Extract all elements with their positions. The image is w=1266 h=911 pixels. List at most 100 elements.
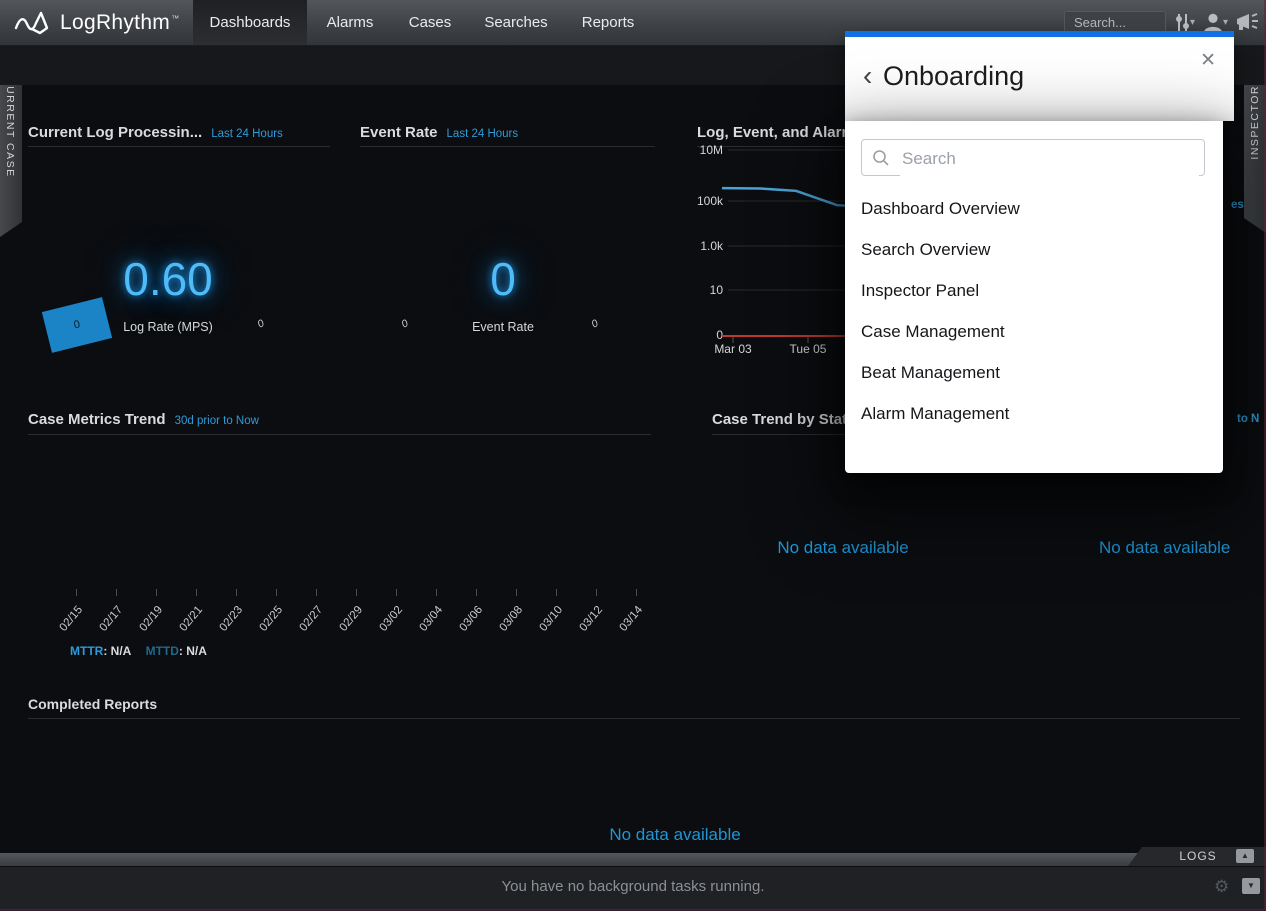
onboarding-item-search-overview[interactable]: Search Overview: [861, 235, 990, 265]
x-tick: [236, 589, 237, 596]
megaphone-icon: [1234, 11, 1260, 35]
logs-tab[interactable]: LOGS ▲: [1128, 847, 1266, 866]
x-tick-label: 03/12: [551, 604, 605, 665]
tab-searches[interactable]: Searches: [467, 0, 565, 45]
divider: [28, 146, 330, 147]
x-tick: [596, 589, 597, 596]
x-tick: [196, 589, 197, 596]
divider: [360, 146, 655, 147]
x-tick-label: 03/06: [431, 604, 485, 665]
expand-up-icon[interactable]: ▲: [1236, 849, 1254, 863]
x-tick-label: Mar 03: [703, 342, 763, 356]
onboarding-title: Onboarding: [883, 61, 1024, 92]
close-icon[interactable]: ✕: [1200, 49, 1216, 72]
widget-title: Case Metrics Trend: [28, 411, 166, 428]
divider: [712, 434, 848, 435]
x-tick-label: 03/14: [591, 604, 645, 665]
onboarding-header: ‹ Onboarding ✕: [845, 37, 1234, 121]
mttr-value: : N/A: [103, 644, 131, 658]
y-tick-label: 10: [681, 283, 723, 297]
event-rate-label: Event Rate: [423, 320, 583, 334]
brand-trademark: ™: [171, 14, 179, 23]
collapse-down-icon[interactable]: ▼: [1242, 878, 1260, 894]
onboarding-item-case-management[interactable]: Case Management: [861, 317, 1005, 347]
logrhythm-logo-icon: [14, 9, 52, 37]
event-rate-value: 0: [423, 252, 583, 306]
onboarding-item-beat-management[interactable]: Beat Management: [861, 358, 1000, 388]
tab-alarms[interactable]: Alarms: [307, 0, 393, 45]
widget-title: Current Log Processin...: [28, 124, 202, 141]
x-tick-label: Tue 05: [778, 342, 838, 356]
x-tick: [276, 589, 277, 596]
widget-time-range[interactable]: Last 24 Hours: [211, 128, 283, 140]
mttd-label: MTTD: [146, 644, 179, 658]
gear-icon[interactable]: ⚙: [1214, 877, 1229, 897]
onboarding-panel: Dashboard Overview Search Overview Inspe…: [845, 121, 1223, 473]
chevron-down-icon: ▾: [1223, 17, 1228, 28]
chevron-down-icon: ▾: [1190, 17, 1195, 28]
brand: LogRhythm ™: [14, 7, 179, 39]
onboarding-item-alarm-management[interactable]: Alarm Management: [861, 399, 1009, 429]
y-tick-label: 1.0k: [681, 239, 723, 253]
current-case-label: CURRENT CASE: [4, 77, 16, 178]
onboarding-search-box: [861, 139, 1205, 176]
x-tick-label: 02/29: [311, 604, 365, 665]
x-tick-label: 03/08: [471, 604, 525, 665]
background-tasks-bar: You have no background tasks running. ⚙ …: [0, 866, 1266, 910]
no-data-message: No data available: [763, 538, 923, 558]
widget-title: Log, Event, and Alarm: [697, 124, 855, 141]
widget-time-range[interactable]: Last 24 Hours: [447, 128, 519, 140]
widget-title: Completed Reports: [28, 696, 157, 712]
logs-label: LOGS: [1168, 849, 1228, 863]
gauge-min-label: 0: [73, 318, 82, 331]
gauge-min-label: 0: [400, 317, 411, 330]
y-tick-label: 10M: [681, 143, 723, 157]
x-tick: [76, 589, 77, 596]
onboarding-search-input[interactable]: [900, 141, 1199, 176]
background-tasks-message: You have no background tasks running.: [0, 878, 1266, 895]
back-chevron-icon[interactable]: ‹: [863, 61, 872, 91]
case-metrics-annotations: MTTR: N/A MTTD: N/A: [70, 644, 207, 658]
log-event-alarm-plot: [720, 140, 850, 350]
widget-header-current-log-processing: Current Log Processin... Last 24 Hours: [28, 124, 283, 142]
x-tick: [556, 589, 557, 596]
widget-title: Event Rate: [360, 124, 438, 141]
x-tick: [356, 589, 357, 596]
onboarding-accent-bar: [845, 31, 1234, 37]
gauge-arc-segment: 0: [42, 297, 112, 353]
onboarding-item-inspector-panel[interactable]: Inspector Panel: [861, 276, 979, 306]
announcements-button[interactable]: [1234, 11, 1260, 35]
x-tick-label: 03/02: [351, 604, 405, 665]
log-rate-label: Log Rate (MPS): [88, 320, 248, 334]
logs-collapsed-strip: [0, 853, 1266, 866]
onboarding-item-dashboard-overview[interactable]: Dashboard Overview: [861, 194, 1020, 224]
brand-name: LogRhythm: [60, 11, 170, 35]
x-tick: [156, 589, 157, 596]
y-tick-label: 0: [681, 328, 723, 342]
widget-header-event-rate: Event Rate Last 24 Hours: [360, 124, 518, 142]
clipped-text-fragment: to N: [1237, 413, 1259, 425]
nav-tabs: Dashboards Alarms Cases Searches Reports: [193, 0, 651, 45]
x-tick: [396, 589, 397, 596]
tab-reports[interactable]: Reports: [565, 0, 651, 45]
no-data-message: No data available: [595, 825, 755, 845]
widget-header-case-trend-by-status: Case Trend by Status: [712, 411, 865, 429]
x-tick-label: 02/25: [231, 604, 285, 665]
x-tick: [116, 589, 117, 596]
gauge-max-label: 0: [256, 317, 267, 330]
widget-title: Case Trend by Status: [712, 411, 865, 428]
tab-dashboards[interactable]: Dashboards: [193, 0, 307, 45]
divider: [28, 718, 1240, 719]
no-data-message: No data available: [1099, 538, 1266, 558]
log-rate-value: 0.60: [88, 252, 248, 306]
tab-cases[interactable]: Cases: [393, 0, 467, 45]
mttd-value: : N/A: [179, 644, 207, 658]
x-tick: [636, 589, 637, 596]
x-tick: [476, 589, 477, 596]
x-tick: [436, 589, 437, 596]
x-tick: [516, 589, 517, 596]
gauge-max-label: 0: [590, 317, 601, 330]
divider: [28, 434, 651, 435]
inspector-label: INSPECTOR: [1249, 85, 1261, 160]
widget-time-range[interactable]: 30d prior to Now: [175, 415, 259, 427]
